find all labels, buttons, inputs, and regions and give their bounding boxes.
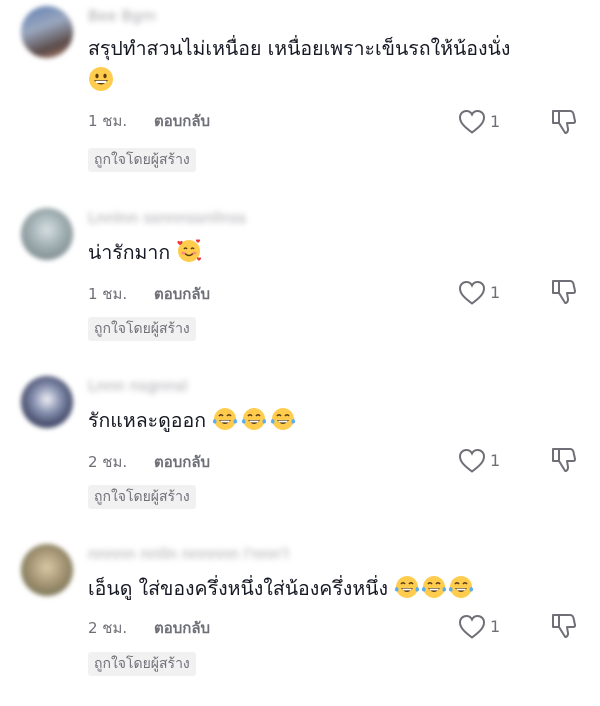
heart-outline-icon <box>458 109 486 134</box>
comment-username[interactable]: Lnnlnn ssnnnssnllnss <box>88 208 338 228</box>
comment-item: Lnnn nsgnnsl รักแหละดูออก 2 ชม. ตอบกลับ … <box>0 370 600 538</box>
like-button[interactable]: 1 <box>458 614 518 642</box>
comment-item: nnnnn nnlln nnnnnn l'nnn'l เอ็นดู ใส่ของ… <box>0 538 600 706</box>
heart-outline-icon <box>458 614 486 639</box>
comment-text-body: สรุปทำสวนไม่เหนื่อย เหนื่อยเพราะเข็นรถให… <box>88 37 511 60</box>
like-button[interactable]: 1 <box>458 448 518 476</box>
heart-outline-icon <box>458 280 486 305</box>
face-with-tears-of-joy-emoji-icon <box>422 576 447 598</box>
liked-by-creator-badge: ถูกใจโดยผู้สร้าง <box>88 148 196 172</box>
comment-text: น่ารักมาก <box>88 238 558 266</box>
face-with-tears-of-joy-emoji-icon <box>242 408 267 430</box>
comment-text: รักแหละดูออก <box>88 406 558 434</box>
avatar[interactable] <box>21 208 73 260</box>
smiling-face-with-hearts-emoji-icon <box>177 239 202 262</box>
like-count: 1 <box>490 283 501 302</box>
liked-by-creator-badge: ถูกใจโดยผู้สร้าง <box>88 652 196 676</box>
reply-button[interactable]: ตอบกลับ <box>154 450 210 474</box>
comment-item: Lnnlnn ssnnnssnllnss น่ารักมาก 1 ชม. ตอบ… <box>0 202 600 370</box>
avatar[interactable] <box>21 376 73 428</box>
heart-outline-icon <box>458 448 486 473</box>
face-with-tears-of-joy-emoji-icon <box>271 408 296 430</box>
like-button[interactable]: 1 <box>458 280 518 308</box>
like-count: 1 <box>490 451 501 470</box>
comment-username[interactable]: Bee Bgm <box>88 6 338 26</box>
avatar[interactable] <box>21 544 73 596</box>
face-with-tears-of-joy-emoji-icon <box>449 576 474 598</box>
avatar[interactable] <box>21 6 73 58</box>
liked-by-creator-badge: ถูกใจโดยผู้สร้าง <box>88 485 196 509</box>
comment-text-body: เอ็นดู ใส่ของครึ่งหนึ่งใส่น้องครึ่งหนึ่ง <box>88 577 389 600</box>
thumbs-down-outline-icon[interactable] <box>550 108 578 136</box>
reply-button[interactable]: ตอบกลับ <box>154 109 210 133</box>
face-with-tears-of-joy-emoji-icon <box>395 576 420 598</box>
comment-text-body: น่ารักมาก <box>88 241 171 264</box>
comment-time: 1 ชม. <box>88 112 128 130</box>
comment-username[interactable]: nnnnn nnlln nnnnnn l'nnn'l <box>88 544 338 564</box>
like-count: 1 <box>490 112 501 131</box>
grinning-face-emoji-icon <box>89 67 113 91</box>
thumbs-down-outline-icon[interactable] <box>550 612 578 640</box>
thumbs-down-outline-icon[interactable] <box>550 446 578 474</box>
like-count: 1 <box>490 617 501 636</box>
like-button[interactable]: 1 <box>458 109 518 137</box>
comment-time: 1 ชม. <box>88 285 128 303</box>
comment-text: เอ็นดู ใส่ของครึ่งหนึ่งใส่น้องครึ่งหนึ่ง <box>88 574 588 602</box>
comment-time: 2 ชม. <box>88 453 128 471</box>
comment-item: Bee Bgm สรุปทำสวนไม่เหนื่อย เหนื่อยเพราะ… <box>0 0 600 172</box>
liked-by-creator-badge: ถูกใจโดยผู้สร้าง <box>88 317 196 341</box>
comment-username[interactable]: Lnnn nsgnnsl <box>88 376 338 396</box>
reply-button[interactable]: ตอบกลับ <box>154 616 210 640</box>
comment-time: 2 ชม. <box>88 619 128 637</box>
comment-text: สรุปทำสวนไม่เหนื่อย เหนื่อยเพราะเข็นรถให… <box>88 36 558 94</box>
face-with-tears-of-joy-emoji-icon <box>213 408 238 430</box>
thumbs-down-outline-icon[interactable] <box>550 278 578 306</box>
comment-text-body: รักแหละดูออก <box>88 409 207 432</box>
reply-button[interactable]: ตอบกลับ <box>154 282 210 306</box>
comment-list: Bee Bgm สรุปทำสวนไม่เหนื่อย เหนื่อยเพราะ… <box>0 0 600 679</box>
